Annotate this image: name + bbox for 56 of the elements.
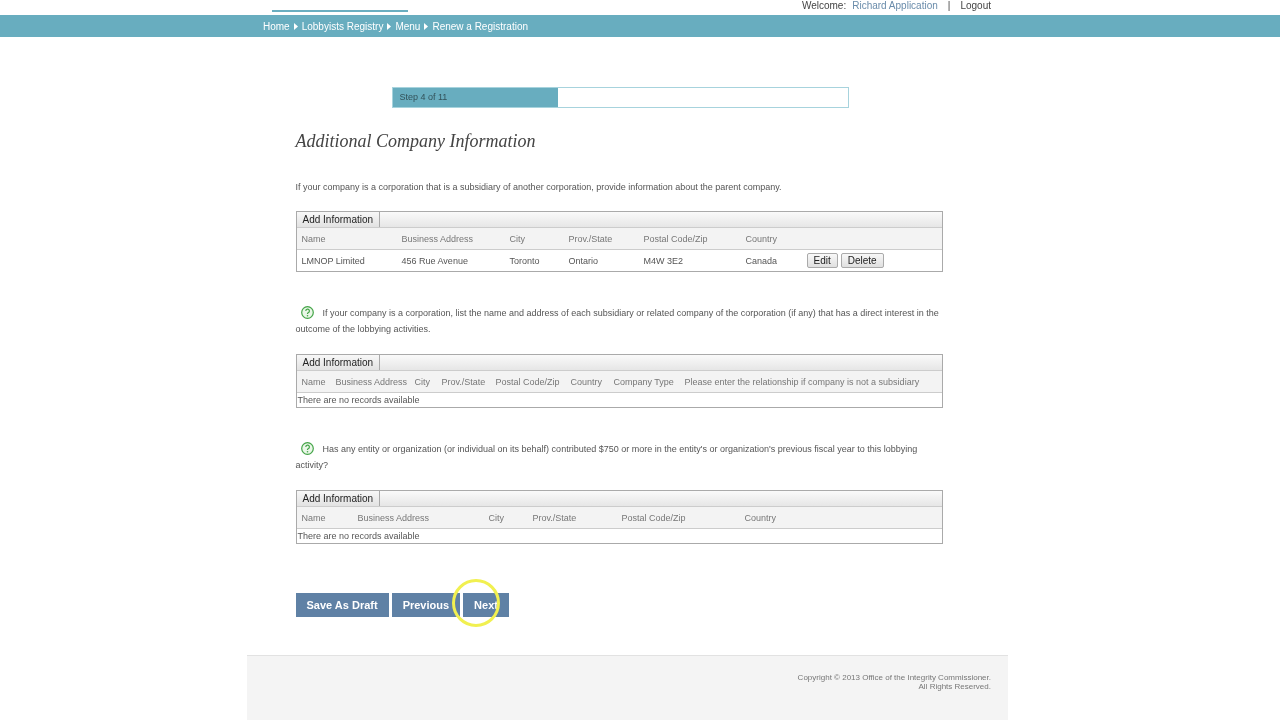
- next-button[interactable]: Next: [463, 593, 509, 617]
- breadcrumb-link[interactable]: Renew a Registration: [432, 20, 528, 32]
- column-header: Prov./State: [441, 376, 487, 388]
- arrow-icon: [387, 22, 392, 30]
- table-cell-text: Toronto: [509, 255, 541, 266]
- column-header: Company Type: [613, 376, 675, 388]
- column-header: Postal Code/Zip: [643, 233, 709, 245]
- add-information-button[interactable]: Add Information: [296, 355, 381, 370]
- column-header: Please enter the relationship if company is not a subsidiary: [684, 376, 921, 388]
- section-description: If your company is a corporation, list the name and address of each subsidiary or related company of the corporation (if any) that has a direct interest in the outcome of the lobbying activities.: [295, 305, 940, 336]
- edit-button[interactable]: Edit: [806, 253, 838, 268]
- column-header: Postal Code/Zip: [621, 512, 687, 524]
- help-icon[interactable]: [300, 306, 314, 319]
- save-draft-button[interactable]: Save As Draft: [295, 593, 389, 617]
- column-header: Business Address: [335, 376, 409, 388]
- table-cell-text: Canada: [745, 255, 779, 266]
- breadcrumb-link[interactable]: Menu: [395, 20, 421, 32]
- help-icon[interactable]: [300, 442, 314, 455]
- previous-button[interactable]: Previous: [391, 593, 461, 617]
- column-header: Country: [745, 233, 778, 245]
- column-header: Prov./State: [532, 512, 578, 524]
- breadcrumb-link[interactable]: Lobbyists Registry: [301, 20, 384, 32]
- column-header: City: [414, 376, 431, 388]
- column-header: Country: [744, 512, 777, 524]
- arrow-icon: [293, 22, 298, 30]
- section-description: Has any entity or organization (or individual on its behalf) contributed $750 or more in the entity's or organization's previous fiscal year to this lobbying activity?: [295, 441, 919, 472]
- section-description: If your company is a corporation that is a subsidiary of another corporation, provide information about the parent company.: [295, 181, 783, 194]
- separator: |: [947, 0, 951, 12]
- column-header: Business Address: [357, 512, 431, 524]
- logout-link[interactable]: Logout: [960, 0, 991, 12]
- table-cell-text: Ontario: [568, 255, 599, 266]
- table-cell-text: 456 Rue Avenue: [401, 255, 469, 266]
- welcome-label: Welcome:: [801, 0, 847, 12]
- empty-message: There are no records available: [296, 394, 421, 407]
- table-cell-text: M4W 3E2: [643, 255, 684, 266]
- column-header: Postal Code/Zip: [495, 376, 561, 388]
- column-header: Country: [570, 376, 603, 388]
- empty-message: There are no records available: [296, 530, 421, 543]
- column-header: Name: [301, 233, 327, 245]
- delete-button[interactable]: Delete: [840, 253, 884, 268]
- column-header: Business Address: [401, 233, 475, 245]
- breadcrumb-link[interactable]: Home: [263, 20, 290, 32]
- page-title: Additional Company Information: [295, 131, 537, 152]
- column-header: Prov./State: [568, 233, 614, 245]
- user-name-link[interactable]: Richard Application: [852, 0, 938, 12]
- add-information-button[interactable]: Add Information: [296, 212, 381, 227]
- column-header: City: [488, 512, 505, 524]
- column-header: Name: [301, 512, 327, 524]
- add-information-button[interactable]: Add Information: [296, 491, 381, 506]
- cursor-highlight: [452, 579, 501, 627]
- step-label: Step 4 of 11: [399, 92, 448, 102]
- column-header: Name: [301, 376, 327, 388]
- arrow-icon: [424, 22, 429, 30]
- copyright-text: Copyright © 2013 Office of the Integrity Commissioner. All Rights Reserved.: [797, 673, 991, 691]
- table-cell-text: LMNOP Limited: [301, 255, 366, 266]
- column-header: City: [509, 233, 526, 245]
